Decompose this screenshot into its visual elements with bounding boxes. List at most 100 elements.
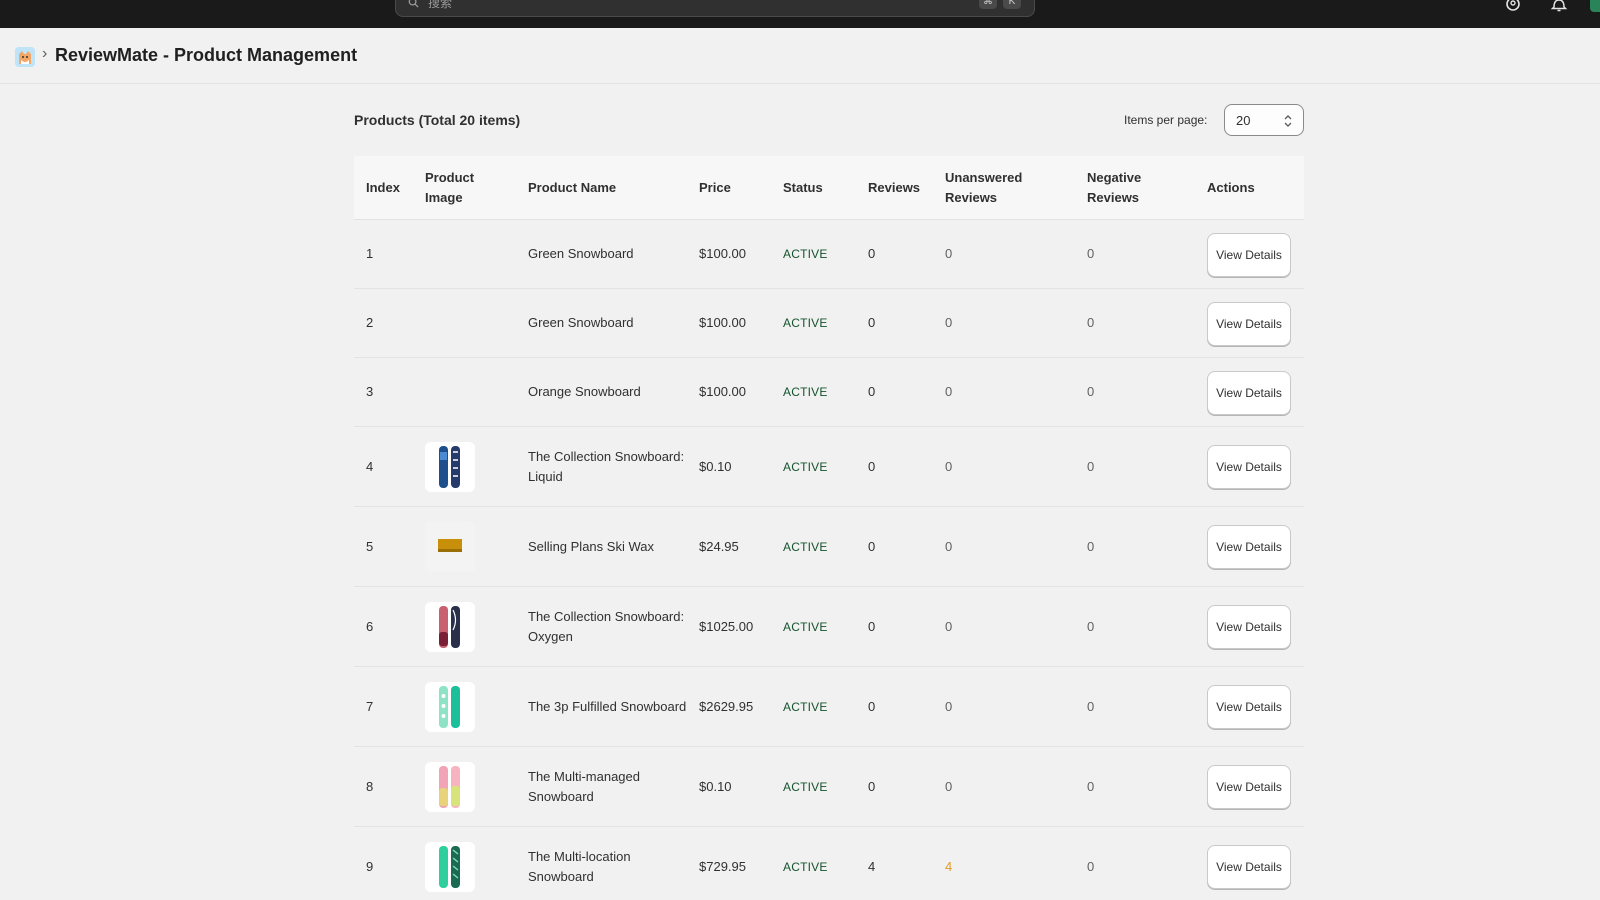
breadcrumb-separator: ›: [42, 45, 48, 62]
cell-product-image: [425, 289, 503, 357]
view-details-button[interactable]: View Details: [1207, 370, 1291, 415]
cell-price: $100.00: [699, 384, 746, 399]
cell-price: $729.95: [699, 858, 746, 874]
cell-negative-reviews: 0: [1087, 538, 1095, 554]
cell-product-name: The Multi-location Snowboard: [528, 848, 631, 884]
cell-negative-reviews: 0: [1087, 458, 1095, 474]
status-badge: ACTIVE: [783, 779, 828, 794]
status-badge: ACTIVE: [783, 385, 828, 399]
cell-price: $1025.00: [699, 618, 754, 634]
status-badge: ACTIVE: [783, 539, 828, 554]
column-header-product-image: Product Image: [425, 170, 475, 205]
status-badge: ACTIVE: [783, 247, 828, 261]
cell-reviews: 0: [868, 778, 876, 794]
cell-price: $0.10: [699, 458, 732, 474]
column-header-product-name: Product Name: [528, 180, 617, 195]
view-details-button[interactable]: View Details: [1207, 685, 1291, 729]
product-thumbnail: [425, 841, 475, 892]
product-thumbnail: [425, 441, 475, 492]
cell-product-name: The Collection Snowboard: Liquid: [528, 448, 685, 484]
product-thumbnail: [425, 601, 475, 652]
cell-index: 2: [366, 315, 374, 330]
status-badge: ACTIVE: [783, 619, 828, 634]
cell-negative-reviews: 0: [1087, 618, 1095, 634]
view-details-button[interactable]: View Details: [1207, 525, 1291, 569]
cell-unanswered-reviews: 0: [945, 698, 953, 714]
cell-index: 7: [366, 698, 374, 714]
cell-index: 3: [366, 384, 374, 399]
view-details-button[interactable]: View Details: [1207, 845, 1291, 889]
status-badge: ACTIVE: [783, 859, 828, 874]
cell-unanswered-reviews: 0: [945, 538, 953, 554]
cell-price: $100.00: [699, 246, 746, 261]
view-details-button[interactable]: View Details: [1207, 765, 1291, 809]
cell-price: $24.95: [699, 538, 739, 554]
cell-product-name: The Collection Snowboard: Oxygen: [528, 608, 685, 644]
cell-product-image: [425, 587, 503, 666]
status-badge: ACTIVE: [783, 316, 828, 330]
cell-negative-reviews: 0: [1087, 384, 1095, 399]
items-per-page-value: 20: [1236, 113, 1251, 128]
top-bar: 搜索 ⌘ K: [0, 0, 1600, 28]
items-per-page-select[interactable]: 20: [1224, 104, 1304, 136]
cell-index: 5: [366, 538, 374, 554]
table-row: 7 The 3p Fulfilled Snowboard $2629.95 ACTIV…: [354, 667, 1304, 747]
column-header-price: Price: [699, 180, 731, 195]
cell-product-image: [425, 220, 503, 288]
product-thumbnail: [425, 521, 475, 572]
cell-reviews: 0: [868, 538, 876, 554]
cell-unanswered-reviews: 0: [945, 458, 953, 474]
cell-product-name: Selling Plans Ski Wax: [528, 538, 654, 554]
cell-reviews: 0: [868, 246, 876, 261]
shortcut-key-k: K: [1003, 0, 1021, 9]
column-header-actions: Actions: [1207, 180, 1255, 195]
table-row: 1 Green Snowboard $100.00 ACTIVE 0 0 0 View Det…: [354, 220, 1304, 289]
table-row: 2 Green Snowboard $100.00 ACTIVE 0 0 0 View Det…: [354, 289, 1304, 358]
view-details-button[interactable]: View Details: [1207, 301, 1291, 346]
cell-product-image: [425, 358, 503, 426]
cell-reviews: 0: [868, 458, 876, 474]
select-chevron-icon: [1284, 115, 1292, 127]
cell-product-image: [425, 667, 503, 746]
product-thumbnail: [425, 681, 475, 732]
column-header-status: Status: [783, 180, 823, 195]
page-title: ReviewMate - Product Management: [55, 45, 358, 65]
table-header: Index Product Image Product Name Price S…: [354, 156, 1304, 220]
table-row: 3 Orange Snowboard $100.00 ACTIVE 0 0 0 View De…: [354, 358, 1304, 427]
products-table: Index Product Image Product Name Price S…: [354, 156, 1304, 900]
table-row: 9 The Multi-location Snowboard $729.95 ACTI…: [354, 827, 1304, 900]
table-row: 5 Selling Plans Ski Wax $24.95 ACTIVE 0 0 0 Vie…: [354, 507, 1304, 587]
product-thumbnail: [425, 761, 475, 812]
cell-negative-reviews: 0: [1087, 858, 1095, 874]
cell-reviews: 0: [868, 618, 876, 634]
cell-product-name: Orange Snowboard: [528, 384, 641, 399]
status-badge: ACTIVE: [783, 459, 828, 474]
items-per-page-label: Items per page:: [1124, 113, 1208, 127]
status-badge: ACTIVE: [783, 699, 828, 714]
search-bar[interactable]: 搜索 ⌘ K: [395, 0, 1035, 17]
app-logo-icon: [15, 47, 35, 67]
account-icon[interactable]: [1504, 0, 1522, 12]
cell-negative-reviews: 0: [1087, 246, 1095, 261]
search-input[interactable]: 搜索: [428, 0, 452, 10]
column-header-negative-reviews: Negative Reviews: [1087, 170, 1142, 205]
store-avatar[interactable]: [1590, 0, 1600, 12]
cell-unanswered-reviews: 0: [945, 778, 953, 794]
cell-product-image: [425, 427, 503, 506]
bell-icon[interactable]: [1550, 0, 1568, 12]
cell-index: 9: [366, 858, 374, 874]
cell-reviews: 4: [868, 858, 876, 874]
products-count-title: Products (Total 20 items): [354, 112, 521, 128]
cell-unanswered-reviews: 0: [945, 246, 953, 261]
view-details-button[interactable]: View Details: [1207, 232, 1291, 277]
cell-product-image: [425, 507, 503, 586]
search-icon: [408, 0, 419, 8]
cell-unanswered-reviews: 0: [945, 315, 953, 330]
cell-unanswered-reviews: 0: [945, 618, 953, 634]
view-details-button[interactable]: View Details: [1207, 605, 1291, 649]
table-row: 4 The Collection Snowboard: Liquid $0.10 AC…: [354, 427, 1304, 507]
cell-product-image: [425, 747, 503, 826]
cell-index: 6: [366, 618, 374, 634]
view-details-button[interactable]: View Details: [1207, 445, 1291, 489]
column-header-reviews: Reviews: [868, 180, 921, 195]
